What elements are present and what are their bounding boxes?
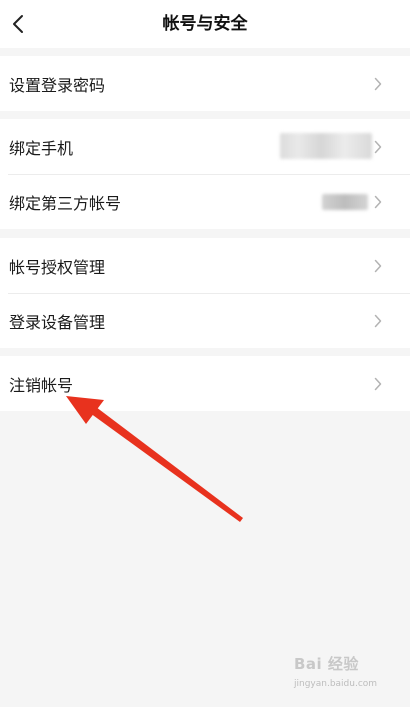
row-label: 帐号授权管理 <box>9 257 106 277</box>
row-login-device-management[interactable]: 登录设备管理 <box>0 293 410 348</box>
row-account-authorization[interactable]: 帐号授权管理 <box>0 238 410 293</box>
obscured-phone-value <box>280 133 372 159</box>
row-bind-phone[interactable]: 绑定手机 <box>0 119 410 174</box>
row-label: 绑定第三方帐号 <box>9 193 122 213</box>
chevron-right-icon <box>372 377 384 391</box>
settings-group-management: 帐号授权管理 登录设备管理 <box>0 238 410 348</box>
row-label: 绑定手机 <box>9 138 74 158</box>
annotation-arrow-shaft <box>90 407 243 522</box>
row-label: 注销帐号 <box>9 375 74 395</box>
row-set-login-password[interactable]: 设置登录密码 <box>0 56 410 111</box>
chevron-right-icon <box>372 314 384 328</box>
chevron-right-icon <box>372 77 384 91</box>
watermark-logo: Bai 经验 jingyan.baidu.com <box>294 653 386 695</box>
obscured-account-value <box>322 194 368 210</box>
nav-header: 帐号与安全 <box>0 0 410 48</box>
watermark-sub: jingyan.baidu.com <box>294 679 378 689</box>
watermark-main: Bai 经验 <box>294 655 359 673</box>
settings-group-password: 设置登录密码 <box>0 56 410 111</box>
settings-group-binding: 绑定手机 绑定第三方帐号 <box>0 119 410 229</box>
row-label: 登录设备管理 <box>9 312 106 332</box>
row-label: 设置登录密码 <box>9 75 106 95</box>
page-title: 帐号与安全 <box>162 14 248 34</box>
row-deactivate-account[interactable]: 注销帐号 <box>0 356 410 411</box>
settings-group-deactivate: 注销帐号 <box>0 356 410 411</box>
chevron-right-icon <box>372 140 384 154</box>
chevron-right-icon <box>372 259 384 273</box>
chevron-right-icon <box>372 195 384 209</box>
row-bind-third-party-account[interactable]: 绑定第三方帐号 <box>0 174 410 229</box>
